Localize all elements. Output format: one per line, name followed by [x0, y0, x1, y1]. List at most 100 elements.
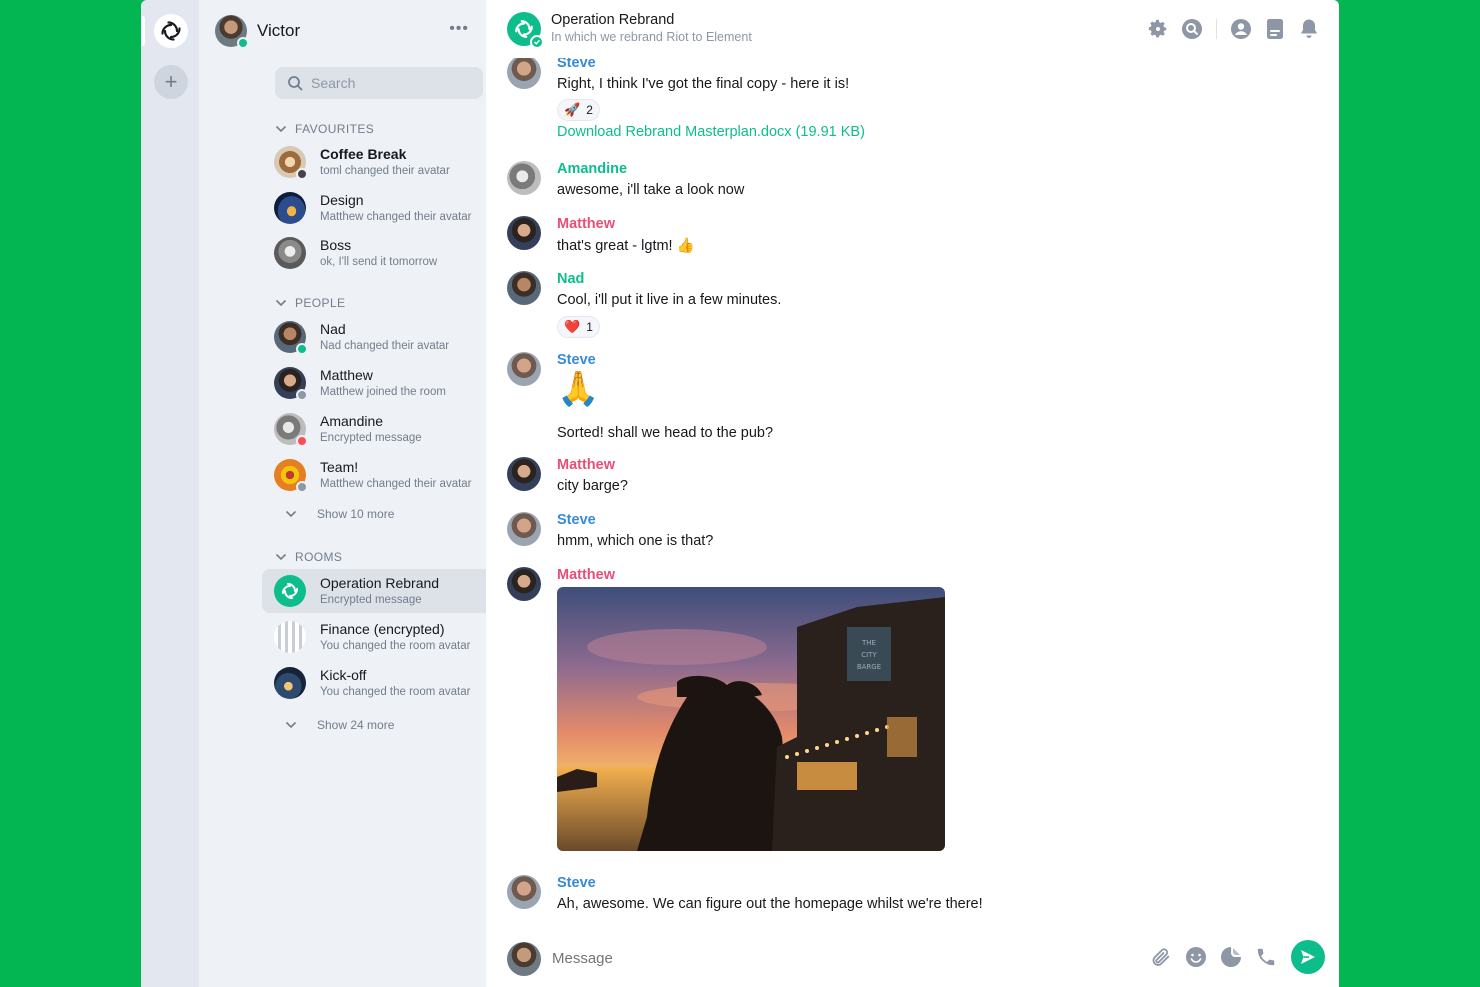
reaction-pill[interactable]: ❤️ 1 [557, 316, 600, 338]
show-more-label: Show 24 more [317, 718, 395, 732]
room-avatar [274, 192, 306, 224]
message-body: awesome, i'll take a look now [557, 182, 745, 198]
presence-online-icon [296, 343, 308, 355]
show-more-people-button[interactable]: Show 10 more [285, 507, 394, 521]
room-preview: ok, I'll send it tomorrow [320, 255, 438, 268]
more-options-icon[interactable]: ••• [449, 20, 469, 38]
sender-name[interactable]: Nad [557, 271, 584, 287]
search-input[interactable]: Search [275, 67, 483, 99]
sender-name[interactable]: Steve [557, 58, 596, 71]
element-logo-icon [281, 582, 299, 600]
sender-avatar[interactable] [507, 352, 541, 386]
sender-name[interactable]: Matthew [557, 216, 615, 232]
presence-online-icon [237, 37, 249, 49]
rocket-emoji: 🚀 [564, 102, 581, 117]
room-preview: You changed the room avatar [320, 639, 471, 652]
pub-sign-text: BARGE [857, 663, 881, 671]
header-actions [1136, 17, 1321, 41]
sticker-icon[interactable] [1218, 944, 1244, 970]
call-icon[interactable] [1253, 944, 1279, 970]
search-icon[interactable] [1180, 17, 1204, 41]
room-topic: In which we rebrand Riot to Element [551, 30, 752, 44]
section-title: ROOMS [295, 550, 343, 564]
reaction-count: 1 [586, 320, 593, 334]
search-placeholder: Search [311, 75, 356, 91]
element-logo-icon [161, 21, 181, 41]
presence-busy-icon [296, 435, 308, 447]
room-title[interactable]: Operation Rebrand [551, 12, 674, 28]
files-icon[interactable] [1263, 17, 1287, 41]
sunset-pub-photo: THE CITY BARGE [557, 587, 945, 851]
chevron-down-icon [275, 125, 287, 133]
notifications-icon[interactable] [1297, 17, 1321, 41]
room-view: Operation Rebrand In which we rebrand Ri… [486, 0, 1339, 987]
message-body: Sorted! shall we head to the pub? [557, 425, 774, 441]
room-badge-icon [296, 168, 308, 180]
dm-avatar [274, 321, 308, 355]
reaction-pill[interactable]: 🚀 2 [557, 99, 600, 121]
room-name: Design [320, 192, 364, 209]
room-header-avatar[interactable] [507, 12, 544, 49]
user-name: Victor [257, 21, 301, 40]
message-body: Right, I think I've got the final copy -… [557, 76, 850, 92]
image-attachment[interactable]: THE CITY BARGE [557, 587, 945, 851]
sender-name[interactable]: Amandine [557, 161, 627, 177]
sender-avatar[interactable] [507, 58, 541, 89]
emoji-icon[interactable] [1183, 944, 1209, 970]
message-input[interactable] [552, 946, 1112, 970]
settings-icon[interactable] [1146, 17, 1170, 41]
sender-name[interactable]: Matthew [557, 567, 615, 583]
dm-name: Amandine [320, 413, 384, 430]
sender-name[interactable]: Steve [557, 875, 596, 891]
home-selected-indicator [141, 16, 145, 46]
composer-actions [1139, 940, 1325, 974]
verified-shield-icon [530, 35, 544, 49]
room-avatar [274, 146, 308, 180]
room-name: Kick-off [320, 667, 367, 684]
chevron-down-icon [275, 299, 287, 307]
sender-avatar[interactable] [507, 567, 541, 601]
room-name: Coffee Break [320, 146, 407, 163]
message-body: Ah, awesome. We can figure out the homep… [557, 896, 983, 912]
dm-avatar [274, 413, 308, 447]
sender-name[interactable]: Steve [557, 352, 596, 368]
sender-avatar[interactable] [507, 875, 541, 909]
home-button[interactable] [154, 14, 188, 48]
message-timeline[interactable]: Steve Right, I think I've got the final … [486, 58, 1339, 922]
show-more-label: Show 10 more [317, 507, 395, 521]
room-preview: Encrypted message [320, 593, 422, 606]
dm-name: Matthew [320, 367, 373, 384]
sender-avatar[interactable] [507, 271, 541, 305]
sender-avatar[interactable] [507, 512, 541, 546]
sender-avatar[interactable] [507, 216, 541, 250]
sender-avatar[interactable] [507, 161, 541, 195]
send-button[interactable] [1291, 940, 1325, 974]
room-preview: toml changed their avatar [320, 164, 450, 177]
sender-name[interactable]: Matthew [557, 457, 615, 473]
people-icon[interactable] [1229, 17, 1253, 41]
reaction-count: 2 [586, 103, 593, 117]
app-window: + Victor ••• Search FAVOURITES Coffee Br… [141, 0, 1339, 987]
create-space-button[interactable]: + [154, 65, 188, 99]
dm-preview: Encrypted message [320, 431, 422, 444]
file-download-link[interactable]: Download Rebrand Masterplan.docx (19.91 … [557, 124, 865, 140]
attachment-icon[interactable] [1148, 944, 1174, 970]
dm-name: Team! [320, 459, 359, 476]
room-name: Finance (encrypted) [320, 621, 445, 638]
message-body: that's great - lgtm! 👍 [557, 238, 695, 254]
plus-icon: + [164, 69, 178, 94]
dm-preview: Matthew changed their avatar [320, 477, 472, 490]
message-body: hmm, which one is that? [557, 533, 714, 549]
heart-emoji: ❤️ [564, 319, 581, 334]
room-header: Operation Rebrand In which we rebrand Ri… [486, 0, 1339, 58]
show-more-rooms-button[interactable]: Show 24 more [285, 718, 394, 732]
dm-avatar [274, 459, 308, 493]
room-name: Boss [320, 237, 352, 254]
room-avatar [274, 667, 306, 699]
sender-avatar[interactable] [507, 457, 541, 491]
pub-sign-text: CITY [861, 651, 877, 659]
room-avatar [274, 237, 306, 269]
big-emoji: 🙏 [557, 370, 600, 408]
sender-name[interactable]: Steve [557, 512, 596, 528]
user-menu[interactable]: Victor ••• [215, 14, 475, 49]
